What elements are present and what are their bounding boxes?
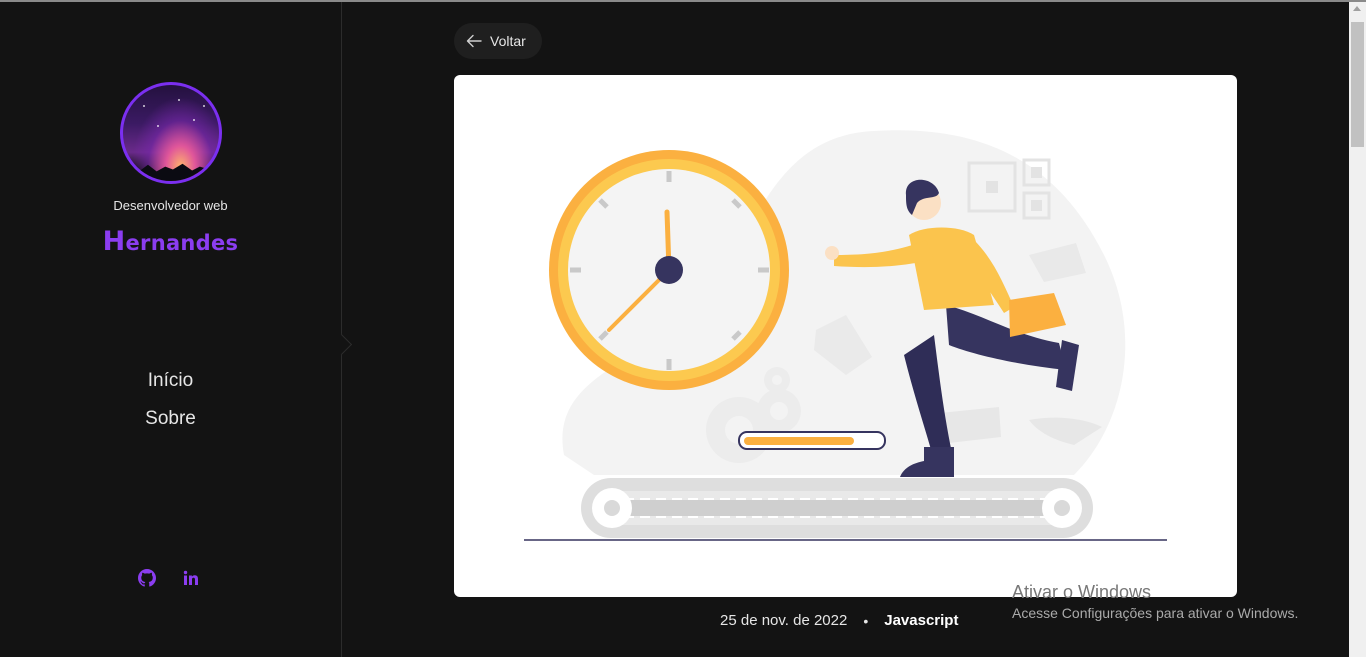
sidebar-nav: Início Sobre <box>0 368 341 444</box>
back-button-label: Voltar <box>490 33 526 49</box>
scrollbar-thumb[interactable] <box>1351 22 1364 147</box>
post-tag[interactable]: Javascript <box>884 612 958 629</box>
logo-initial: H <box>102 226 126 257</box>
sidebar: Desenvolvedor web Hernandes Início Sobre <box>0 2 342 657</box>
vertical-scrollbar[interactable] <box>1349 2 1366 657</box>
github-icon[interactable] <box>136 567 158 589</box>
watermark-title: Ativar o Windows <box>1012 582 1152 602</box>
running-late-illustration <box>524 130 1167 541</box>
meta-separator: • <box>863 612 869 629</box>
watermark-subtitle: Acesse Configurações para ativar o Windo… <box>1012 605 1299 621</box>
arrow-left-icon <box>466 34 482 48</box>
linkedin-icon[interactable] <box>180 567 202 589</box>
windows-activation-watermark: Ativar o Windows Acesse Configurações pa… <box>1012 582 1298 621</box>
scroll-up-arrow-icon[interactable] <box>1353 6 1361 11</box>
avatar <box>120 82 222 184</box>
brand-logo[interactable]: Hernandes <box>0 226 341 257</box>
logo-text: ernandes <box>125 231 239 255</box>
post-cover-image <box>454 75 1237 597</box>
profile-subtitle: Desenvolvedor web <box>113 198 228 213</box>
post-meta: 25 de nov. de 2022 • Javascript <box>720 612 958 629</box>
nav-item-inicio[interactable]: Início <box>0 368 341 406</box>
nav-item-sobre[interactable]: Sobre <box>0 406 341 444</box>
social-links <box>136 567 202 589</box>
back-button[interactable]: Voltar <box>454 23 542 59</box>
post-date: 25 de nov. de 2022 <box>720 612 848 629</box>
